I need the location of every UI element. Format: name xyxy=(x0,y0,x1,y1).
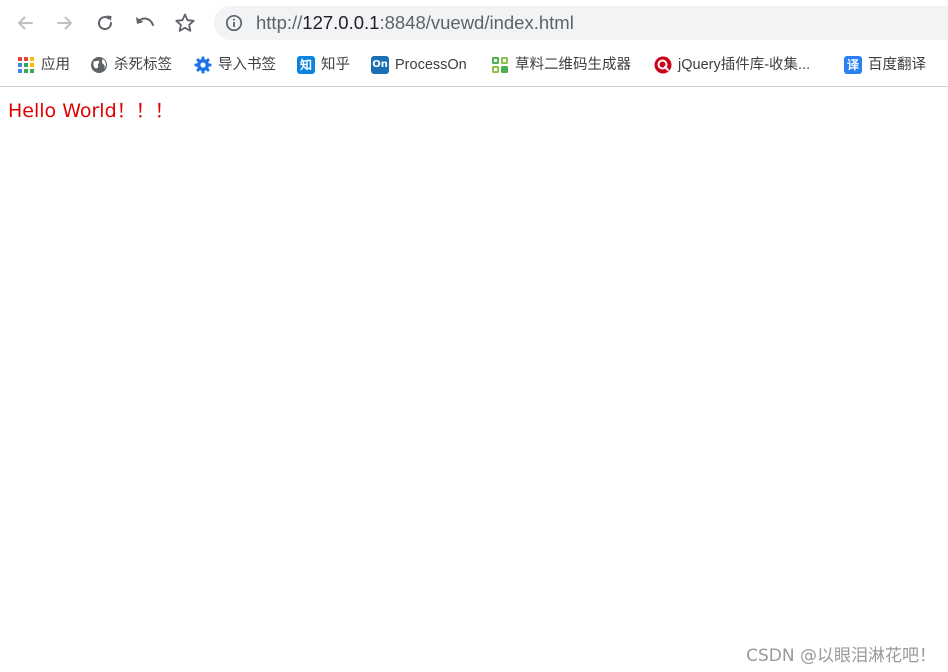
globe-icon xyxy=(90,56,108,74)
bookmark-label: 导入书签 xyxy=(218,57,276,73)
bookmark-zhihu[interactable]: 知 知乎 xyxy=(297,53,350,77)
address-bar[interactable]: http://127.0.0.1:8848/vuewd/index.html xyxy=(214,6,948,40)
info-icon[interactable] xyxy=(225,14,243,32)
browser-toolbar: http://127.0.0.1:8848/vuewd/index.html xyxy=(0,0,948,46)
jquery-icon xyxy=(654,56,672,74)
bookmark-kill-tabs[interactable]: 杀死标签 xyxy=(90,53,172,77)
bookmark-label: 百度翻译 xyxy=(868,57,926,73)
zhihu-icon-glyph: 知 xyxy=(297,56,315,74)
bookmark-label: ProcessOn xyxy=(395,57,467,73)
hello-world-text: Hello World！！！ xyxy=(8,100,174,122)
apps-grid-icon xyxy=(17,56,35,74)
qrcode-icon xyxy=(491,56,509,74)
url-scheme: http:// xyxy=(256,12,303,33)
undo-button[interactable] xyxy=(131,9,159,37)
processon-icon: On xyxy=(371,56,389,74)
baidu-translate-icon: 译 xyxy=(844,56,862,74)
bookmark-jquery[interactable]: jQuery插件库-收集... xyxy=(654,53,810,77)
bookmark-label: 杀死标签 xyxy=(114,57,172,73)
url-text[interactable]: http://127.0.0.1:8848/vuewd/index.html xyxy=(256,12,574,34)
reload-icon xyxy=(98,15,113,31)
bookmark-label: 知乎 xyxy=(321,57,350,73)
forward-button[interactable] xyxy=(51,9,79,37)
url-path: :8848/vuewd/index.html xyxy=(379,12,574,33)
zhihu-icon: 知 xyxy=(297,56,315,74)
back-button[interactable] xyxy=(11,9,39,37)
reload-button[interactable] xyxy=(91,9,119,37)
bookmark-baidu-translate[interactable]: 译 百度翻译 xyxy=(844,53,926,77)
bookmark-label: jQuery插件库-收集... xyxy=(678,57,811,73)
url-host: 127.0.0.1 xyxy=(302,12,380,33)
csdn-watermark: CSDN @以眼泪淋花吧！ xyxy=(746,646,936,666)
browser-window: http://127.0.0.1:8848/vuewd/index.html 应… xyxy=(0,0,948,672)
star-icon xyxy=(175,13,195,32)
gear-icon xyxy=(194,56,212,74)
bookmark-label: 应用 xyxy=(41,57,70,73)
bookmark-import[interactable]: 导入书签 xyxy=(194,53,276,77)
processon-icon-glyph: On xyxy=(371,56,389,74)
arrow-left-icon xyxy=(18,16,33,30)
bookmark-apps[interactable]: 应用 xyxy=(17,53,70,77)
arrow-right-icon xyxy=(57,16,72,30)
page-content: Hello World！！！ CSDN @以眼泪淋花吧！ xyxy=(0,87,948,672)
bookmark-label: 草料二维码生成器 xyxy=(515,57,631,73)
undo-icon xyxy=(136,17,154,26)
bookmark-qrcode[interactable]: 草料二维码生成器 xyxy=(491,53,631,77)
baidu-translate-icon-glyph: 译 xyxy=(844,56,862,74)
bookmarks-bar: 应用 杀死标签 导入书签 知 知乎 On ProcessOn 草料二维码生成器 … xyxy=(0,46,948,87)
bookmark-star-button[interactable] xyxy=(171,9,199,37)
bookmark-processon[interactable]: On ProcessOn xyxy=(371,53,467,77)
